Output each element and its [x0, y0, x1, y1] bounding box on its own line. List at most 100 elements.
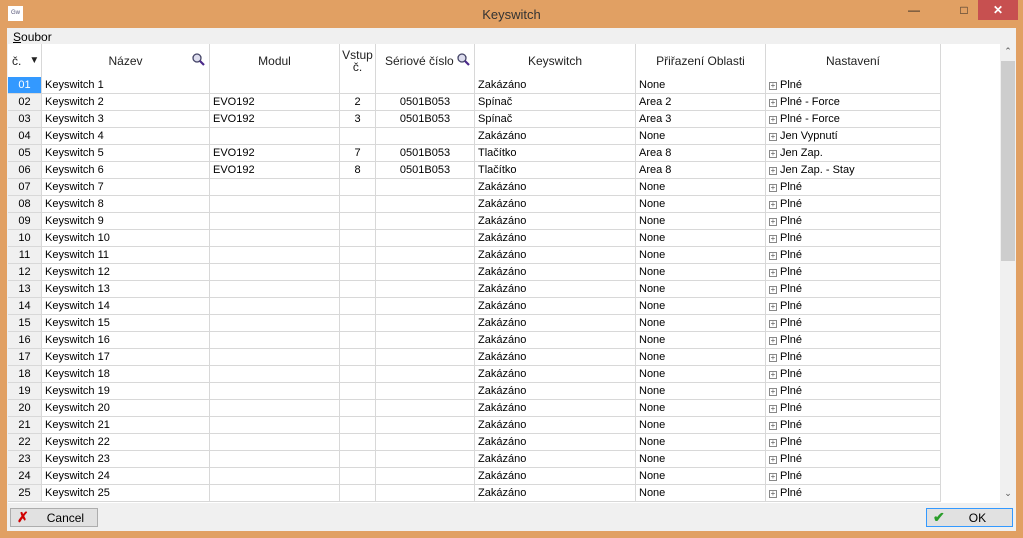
cell-module[interactable]	[210, 179, 340, 195]
expand-plus-icon[interactable]: +	[769, 286, 777, 294]
table-row[interactable]: 20 Keyswitch 20 Zakázáno None + Plné	[8, 400, 941, 417]
cell-serial[interactable]	[376, 77, 475, 93]
cell-name[interactable]: Keyswitch 21	[42, 417, 210, 433]
cell-num[interactable]: 08	[8, 196, 42, 212]
cell-area[interactable]: None	[636, 451, 766, 467]
cell-area[interactable]: None	[636, 485, 766, 501]
cell-num[interactable]: 22	[8, 434, 42, 450]
cell-area[interactable]: None	[636, 315, 766, 331]
cell-settings[interactable]: + Plné	[766, 349, 941, 365]
cell-input[interactable]	[340, 230, 376, 246]
cell-area[interactable]: None	[636, 264, 766, 280]
cell-module[interactable]	[210, 434, 340, 450]
expand-plus-icon[interactable]: +	[769, 303, 777, 311]
cell-area[interactable]: None	[636, 179, 766, 195]
cell-keyswitch[interactable]: Zakázáno	[475, 434, 636, 450]
cell-input[interactable]	[340, 213, 376, 229]
cell-num[interactable]: 14	[8, 298, 42, 314]
cell-serial[interactable]	[376, 247, 475, 263]
cell-keyswitch[interactable]: Zakázáno	[475, 213, 636, 229]
cell-keyswitch[interactable]: Zakázáno	[475, 468, 636, 484]
cell-num[interactable]: 06	[8, 162, 42, 178]
table-row[interactable]: 02 Keyswitch 2 EVO192 2 0501B053 Spínač Area 2…	[8, 94, 941, 111]
cell-name[interactable]: Keyswitch 12	[42, 264, 210, 280]
cell-module[interactable]: EVO192	[210, 94, 340, 110]
cell-num[interactable]: 20	[8, 400, 42, 416]
cell-input[interactable]	[340, 451, 376, 467]
expand-plus-icon[interactable]: +	[769, 82, 777, 90]
cell-keyswitch[interactable]: Zakázáno	[475, 264, 636, 280]
cell-serial[interactable]	[376, 485, 475, 501]
cell-keyswitch[interactable]: Zakázáno	[475, 451, 636, 467]
cell-module[interactable]	[210, 128, 340, 144]
expand-plus-icon[interactable]: +	[769, 252, 777, 260]
cell-name[interactable]: Keyswitch 11	[42, 247, 210, 263]
cell-settings[interactable]: + Plné	[766, 196, 941, 212]
expand-plus-icon[interactable]: +	[769, 218, 777, 226]
table-row[interactable]: 11 Keyswitch 11 Zakázáno None + Plné	[8, 247, 941, 264]
cell-serial[interactable]	[376, 451, 475, 467]
cell-serial[interactable]	[376, 366, 475, 382]
cell-settings[interactable]: + Plné	[766, 315, 941, 331]
table-row[interactable]: 09 Keyswitch 9 Zakázáno None + Plné	[8, 213, 941, 230]
cell-keyswitch[interactable]: Zakázáno	[475, 332, 636, 348]
cell-serial[interactable]	[376, 383, 475, 399]
cell-settings[interactable]: + Jen Vypnutí	[766, 128, 941, 144]
search-icon[interactable]	[192, 53, 205, 66]
cell-settings[interactable]: + Plné	[766, 485, 941, 501]
expand-plus-icon[interactable]: +	[769, 490, 777, 498]
cell-input[interactable]	[340, 298, 376, 314]
table-row[interactable]: 15 Keyswitch 15 Zakázáno None + Plné	[8, 315, 941, 332]
cell-serial[interactable]: 0501B053	[376, 162, 475, 178]
cell-name[interactable]: Keyswitch 1	[42, 77, 210, 93]
cell-serial[interactable]	[376, 281, 475, 297]
table-row[interactable]: 12 Keyswitch 12 Zakázáno None + Plné	[8, 264, 941, 281]
cell-keyswitch[interactable]: Zakázáno	[475, 400, 636, 416]
cell-area[interactable]: None	[636, 128, 766, 144]
cell-area[interactable]: Area 8	[636, 145, 766, 161]
cell-input[interactable]	[340, 247, 376, 263]
table-row[interactable]: 18 Keyswitch 18 Zakázáno None + Plné	[8, 366, 941, 383]
cell-module[interactable]	[210, 451, 340, 467]
cell-module[interactable]	[210, 315, 340, 331]
cell-serial[interactable]: 0501B053	[376, 145, 475, 161]
cell-keyswitch[interactable]: Zakázáno	[475, 485, 636, 501]
cell-module[interactable]: EVO192	[210, 162, 340, 178]
cell-keyswitch[interactable]: Zakázáno	[475, 281, 636, 297]
cell-name[interactable]: Keyswitch 23	[42, 451, 210, 467]
header-input[interactable]: Vstup č.	[340, 44, 376, 77]
cell-serial[interactable]	[376, 213, 475, 229]
cell-module[interactable]: EVO192	[210, 145, 340, 161]
cell-input[interactable]	[340, 434, 376, 450]
cell-input[interactable]	[340, 77, 376, 93]
cell-name[interactable]: Keyswitch 15	[42, 315, 210, 331]
cell-num[interactable]: 09	[8, 213, 42, 229]
cell-module[interactable]	[210, 400, 340, 416]
table-row[interactable]: 01 Keyswitch 1 Zakázáno None + Plné	[8, 77, 941, 94]
cell-keyswitch[interactable]: Zakázáno	[475, 179, 636, 195]
expand-plus-icon[interactable]: +	[769, 354, 777, 362]
cell-num[interactable]: 11	[8, 247, 42, 263]
cell-serial[interactable]: 0501B053	[376, 111, 475, 127]
cell-settings[interactable]: + Plné	[766, 264, 941, 280]
expand-plus-icon[interactable]: +	[769, 320, 777, 328]
cell-name[interactable]: Keyswitch 5	[42, 145, 210, 161]
cell-settings[interactable]: + Plné	[766, 179, 941, 195]
cell-num[interactable]: 16	[8, 332, 42, 348]
cell-area[interactable]: Area 2	[636, 94, 766, 110]
cell-input[interactable]	[340, 417, 376, 433]
menu-soubor[interactable]: Soubor	[13, 30, 52, 44]
cell-module[interactable]	[210, 298, 340, 314]
cell-keyswitch[interactable]: Spínač	[475, 94, 636, 110]
cell-serial[interactable]	[376, 128, 475, 144]
vertical-scrollbar[interactable]: ⌃ ⌄	[1000, 44, 1016, 503]
cell-name[interactable]: Keyswitch 22	[42, 434, 210, 450]
table-row[interactable]: 07 Keyswitch 7 Zakázáno None + Plné	[8, 179, 941, 196]
cell-keyswitch[interactable]: Zakázáno	[475, 366, 636, 382]
cell-module[interactable]	[210, 77, 340, 93]
cell-serial[interactable]	[376, 417, 475, 433]
cell-area[interactable]: None	[636, 349, 766, 365]
cell-num[interactable]: 01	[8, 77, 42, 93]
cell-keyswitch[interactable]: Tlačítko	[475, 162, 636, 178]
cell-num[interactable]: 19	[8, 383, 42, 399]
